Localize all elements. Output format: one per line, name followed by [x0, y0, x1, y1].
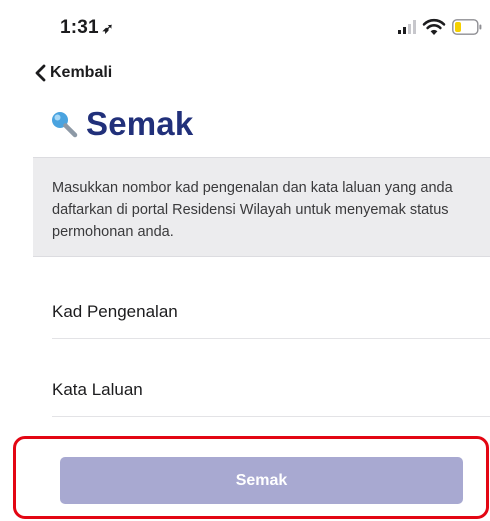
- semak-button[interactable]: Semak: [60, 457, 463, 504]
- status-time-text: 1:31: [60, 17, 99, 38]
- page-title: Semak: [86, 105, 194, 142]
- ic-number-label: Kad Pengenalan: [52, 302, 178, 321]
- password-field[interactable]: Kata Laluan: [52, 360, 490, 417]
- ic-number-input[interactable]: [202, 298, 486, 328]
- chevron-left-icon: [35, 64, 46, 82]
- password-label: Kata Laluan: [52, 380, 143, 399]
- back-button[interactable]: Kembali: [33, 62, 112, 84]
- status-icons: [398, 16, 482, 38]
- magnifier-icon: [52, 112, 78, 138]
- page-header: Semak: [50, 99, 193, 149]
- status-bar: 1:31 ➶: [0, 0, 490, 50]
- info-box: Masukkan nombor kad pengenalan dan kata …: [33, 157, 490, 257]
- status-time: 1:31 ➶: [60, 17, 114, 39]
- signal-icon: [398, 20, 416, 34]
- ic-number-field[interactable]: Kad Pengenalan: [52, 282, 490, 339]
- wifi-icon: [422, 18, 446, 35]
- password-input[interactable]: [202, 376, 486, 406]
- back-label: Kembali: [50, 64, 113, 81]
- info-text: Masukkan nombor kad pengenalan dan kata …: [52, 180, 453, 240]
- location-arrow-icon: ➶: [101, 20, 114, 36]
- battery-icon: [452, 19, 482, 35]
